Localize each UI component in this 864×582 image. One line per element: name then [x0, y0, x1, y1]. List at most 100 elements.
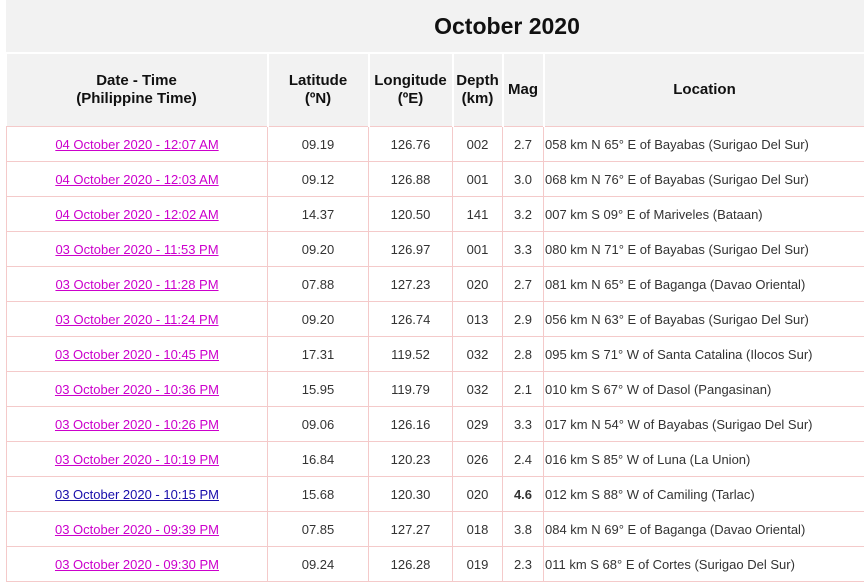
event-datetime-cell[interactable]: 03 October 2020 - 11:28 PM: [7, 267, 268, 302]
longitude-cell: 120.30: [369, 477, 453, 512]
magnitude-value: 3.8: [514, 522, 532, 537]
depth-value: 029: [467, 417, 489, 432]
latitude-value: 14.37: [302, 207, 335, 222]
event-datetime-cell[interactable]: 03 October 2020 - 10:15 PM: [7, 477, 268, 512]
longitude-value: 119.52: [391, 347, 430, 362]
depth-cell: 141: [453, 197, 503, 232]
longitude-value: 119.79: [391, 382, 430, 397]
table-row: 03 October 2020 - 11:28 PM 07.88 127.23 020…: [7, 267, 864, 302]
event-datetime-cell[interactable]: 04 October 2020 - 12:07 AM: [7, 127, 268, 162]
depth-cell: 013: [453, 302, 503, 337]
table-body: 04 October 2020 - 12:07 AM09.19126.76002…: [7, 127, 864, 582]
latitude-cell: 07.85: [268, 512, 369, 547]
magnitude-value: 3.0: [514, 172, 532, 187]
event-detail-link[interactable]: 03 October 2020 - 10:19 PM: [55, 452, 219, 467]
longitude-value: 126.74: [391, 312, 431, 327]
latitude-cell: 15.68: [268, 477, 369, 512]
longitude-value: 126.97: [391, 242, 431, 257]
event-detail-link[interactable]: 03 October 2020 - 11:28 PM: [55, 277, 218, 292]
header-latitude-line1: Latitude: [289, 72, 347, 89]
event-datetime-cell[interactable]: 03 October 2020 - 10:45 PM: [7, 337, 268, 372]
event-detail-link[interactable]: 04 October 2020 - 12:07 AM: [55, 137, 218, 152]
depth-value: 020: [467, 277, 489, 292]
event-detail-link[interactable]: 04 October 2020 - 12:03 AM: [55, 172, 218, 187]
latitude-value: 09.19: [302, 137, 335, 152]
longitude-cell: 126.97: [369, 232, 453, 267]
latitude-cell: 09.12: [268, 162, 369, 197]
event-detail-link[interactable]: 03 October 2020 - 11:24 PM: [55, 312, 218, 327]
magnitude-value: 2.7: [514, 137, 532, 152]
depth-cell: 019: [453, 547, 503, 582]
longitude-value: 120.23: [391, 452, 431, 467]
event-detail-link[interactable]: 04 October 2020 - 12:02 AM: [55, 207, 218, 222]
event-datetime-cell[interactable]: 03 October 2020 - 09:30 PM: [7, 547, 268, 582]
location-value: 084 km N 69° E of Baganga (Davao Orienta…: [545, 522, 805, 537]
magnitude-value: 2.7: [514, 277, 532, 292]
location-value: 081 km N 65° E of Baganga (Davao Orienta…: [545, 277, 805, 292]
latitude-value: 15.95: [302, 382, 335, 397]
longitude-value: 127.23: [391, 277, 431, 292]
table-row: 03 October 2020 - 09:39 PM07.85127.27018…: [7, 512, 864, 547]
event-datetime-cell[interactable]: 03 October 2020 - 09:39 PM: [7, 512, 268, 547]
magnitude-value: 3.2: [514, 207, 532, 222]
event-datetime-cell[interactable]: 03 October 2020 - 10:19 PM: [7, 442, 268, 477]
event-datetime-cell[interactable]: 03 October 2020 - 10:26 PM: [7, 407, 268, 442]
earthquake-table: Date - Time (Philippine Time) Latitude (…: [6, 54, 864, 582]
event-datetime-cell[interactable]: 04 October 2020 - 12:02 AM: [7, 197, 268, 232]
magnitude-cell: 3.8: [503, 512, 544, 547]
longitude-value: 126.88: [391, 172, 431, 187]
event-detail-link[interactable]: 03 October 2020 - 11:53 PM: [55, 242, 218, 257]
magnitude-cell: 2.3: [503, 547, 544, 582]
longitude-cell: 119.79: [369, 372, 453, 407]
latitude-cell: 07.88: [268, 267, 369, 302]
longitude-cell: 126.16: [369, 407, 453, 442]
event-detail-link[interactable]: 03 October 2020 - 09:39 PM: [55, 522, 219, 537]
location-cell: 095 km S 71° W of Santa Catalina (Ilocos…: [544, 337, 864, 372]
depth-value: 026: [467, 452, 489, 467]
event-datetime-cell[interactable]: 03 October 2020 - 11:24 PM: [7, 302, 268, 337]
location-cell: 068 km N 76° E of Bayabas (Surigao Del S…: [544, 162, 864, 197]
depth-value: 019: [467, 557, 489, 572]
event-datetime-cell[interactable]: 04 October 2020 - 12:03 AM: [7, 162, 268, 197]
longitude-cell: 120.50: [369, 197, 453, 232]
header-longitude-line2: (ºE): [398, 90, 423, 107]
location-cell: 081 km N 65° E of Baganga (Davao Orienta…: [544, 267, 864, 302]
table-row: 03 October 2020 - 10:15 PM 15.68 120.30 020…: [7, 477, 864, 512]
depth-value: 032: [467, 382, 489, 397]
event-detail-link[interactable]: 03 October 2020 - 10:15 PM: [55, 487, 219, 502]
latitude-value: 09.24: [302, 557, 335, 572]
location-value: 016 km S 85° W of Luna (La Union): [545, 452, 750, 467]
event-datetime-cell[interactable]: 03 October 2020 - 11:53 PM: [7, 232, 268, 267]
latitude-value: 09.06: [302, 417, 335, 432]
magnitude-cell: 3.3: [503, 232, 544, 267]
event-detail-link[interactable]: 03 October 2020 - 10:26 PM: [55, 417, 219, 432]
earthquake-list-page: October 2020 Date - Time (Philippine Tim…: [0, 0, 864, 570]
latitude-cell: 09.20: [268, 232, 369, 267]
location-value: 010 km S 67° W of Dasol (Pangasinan): [545, 382, 771, 397]
header-latitude-line2: (ºN): [305, 90, 331, 107]
longitude-value: 127.27: [391, 522, 431, 537]
table-row: 04 October 2020 - 12:02 AM 14.37 120.50141…: [7, 197, 864, 232]
location-value: 056 km N 63° E of Bayabas (Surigao Del S…: [545, 312, 809, 327]
event-detail-link[interactable]: 03 October 2020 - 09:30 PM: [55, 557, 219, 572]
longitude-value: 126.28: [391, 557, 431, 572]
location-cell: 084 km N 69° E of Baganga (Davao Orienta…: [544, 512, 864, 547]
header-latitude: Latitude (ºN): [268, 54, 369, 127]
magnitude-value: 2.9: [514, 312, 532, 327]
magnitude-cell: 2.9: [503, 302, 544, 337]
magnitude-cell: 3.3: [503, 407, 544, 442]
magnitude-value: 2.1: [514, 382, 532, 397]
header-datetime-line1: Date - Time: [96, 72, 177, 89]
depth-cell: 020: [453, 477, 503, 512]
latitude-cell: 15.95: [268, 372, 369, 407]
location-value: 017 km N 54° W of Bayabas (Surigao Del S…: [545, 417, 812, 432]
latitude-value: 09.20: [302, 242, 335, 257]
event-detail-link[interactable]: 03 October 2020 - 10:36 PM: [55, 382, 219, 397]
longitude-value: 120.30: [391, 487, 431, 502]
longitude-cell: 127.27: [369, 512, 453, 547]
event-detail-link[interactable]: 03 October 2020 - 10:45 PM: [55, 347, 219, 362]
location-cell: 012 km S 88° W of Camiling (Tarlac): [544, 477, 864, 512]
magnitude-value: 4.6: [514, 487, 532, 502]
event-datetime-cell[interactable]: 03 October 2020 - 10:36 PM: [7, 372, 268, 407]
latitude-value: 16.84: [302, 452, 335, 467]
